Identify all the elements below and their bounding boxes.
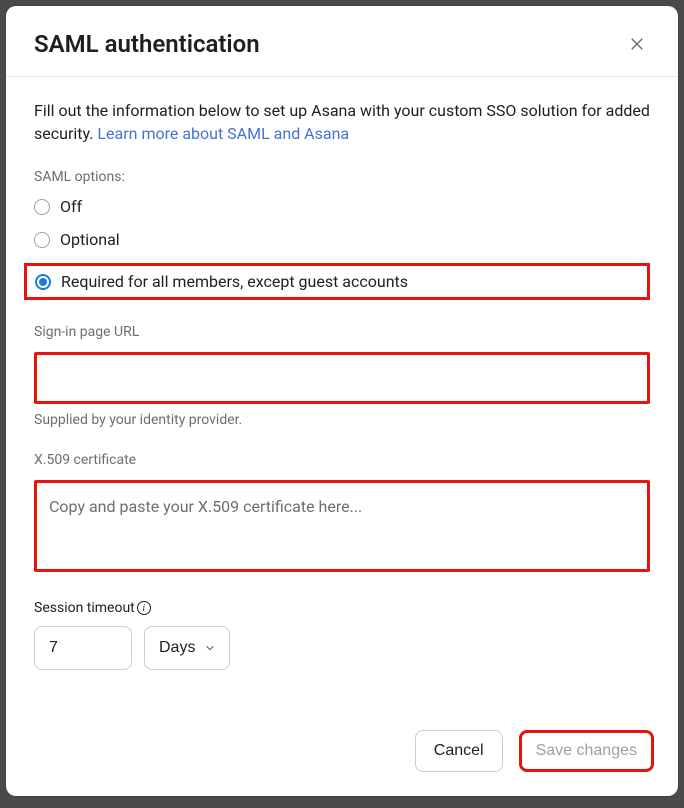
intro-paragraph: Fill out the information below to set up… <box>34 99 650 145</box>
modal-footer: Cancel Save changes <box>6 710 678 796</box>
option-off-label: Off <box>60 197 82 216</box>
cancel-button[interactable]: Cancel <box>415 730 503 772</box>
chevron-down-icon <box>205 643 215 653</box>
timeout-label: Session timeout <box>34 600 135 616</box>
option-off[interactable]: Off <box>34 197 650 216</box>
radio-icon <box>34 199 50 215</box>
signin-url-label: Sign-in page URL <box>34 324 650 340</box>
saml-options-label: SAML options: <box>34 169 650 185</box>
info-icon[interactable]: i <box>137 601 151 615</box>
timeout-unit-label: Days <box>159 639 195 657</box>
modal-header: SAML authentication <box>6 6 678 77</box>
saml-options-group: Off Optional Required for all members, e… <box>34 197 650 300</box>
x509-label: X.509 certificate <box>34 452 650 468</box>
signin-url-group: Sign-in page URL Supplied by your identi… <box>34 324 650 428</box>
close-button[interactable] <box>624 31 650 57</box>
timeout-unit-dropdown[interactable]: Days <box>144 626 230 670</box>
x509-group: X.509 certificate <box>34 452 650 576</box>
timeout-label-row: Session timeouti <box>34 600 650 616</box>
option-required[interactable]: Required for all members, except guest a… <box>24 263 650 300</box>
x509-textarea[interactable] <box>34 480 650 572</box>
signin-url-input[interactable] <box>34 352 650 404</box>
radio-icon <box>35 274 51 290</box>
timeout-row: Days <box>34 626 650 670</box>
close-icon <box>628 35 646 53</box>
radio-icon <box>34 232 50 248</box>
timeout-value-input[interactable] <box>34 626 132 670</box>
timeout-group: Session timeouti Days <box>34 600 650 670</box>
modal-body: Fill out the information below to set up… <box>6 77 678 710</box>
learn-more-link[interactable]: Learn more about SAML and Asana <box>97 124 349 143</box>
option-required-label: Required for all members, except guest a… <box>61 272 408 291</box>
modal-title: SAML authentication <box>34 30 260 58</box>
save-changes-button[interactable]: Save changes <box>519 730 654 772</box>
option-optional-label: Optional <box>60 230 120 249</box>
saml-auth-modal: SAML authentication Fill out the informa… <box>6 6 678 796</box>
signin-url-helper: Supplied by your identity provider. <box>34 412 650 428</box>
option-optional[interactable]: Optional <box>34 230 650 249</box>
